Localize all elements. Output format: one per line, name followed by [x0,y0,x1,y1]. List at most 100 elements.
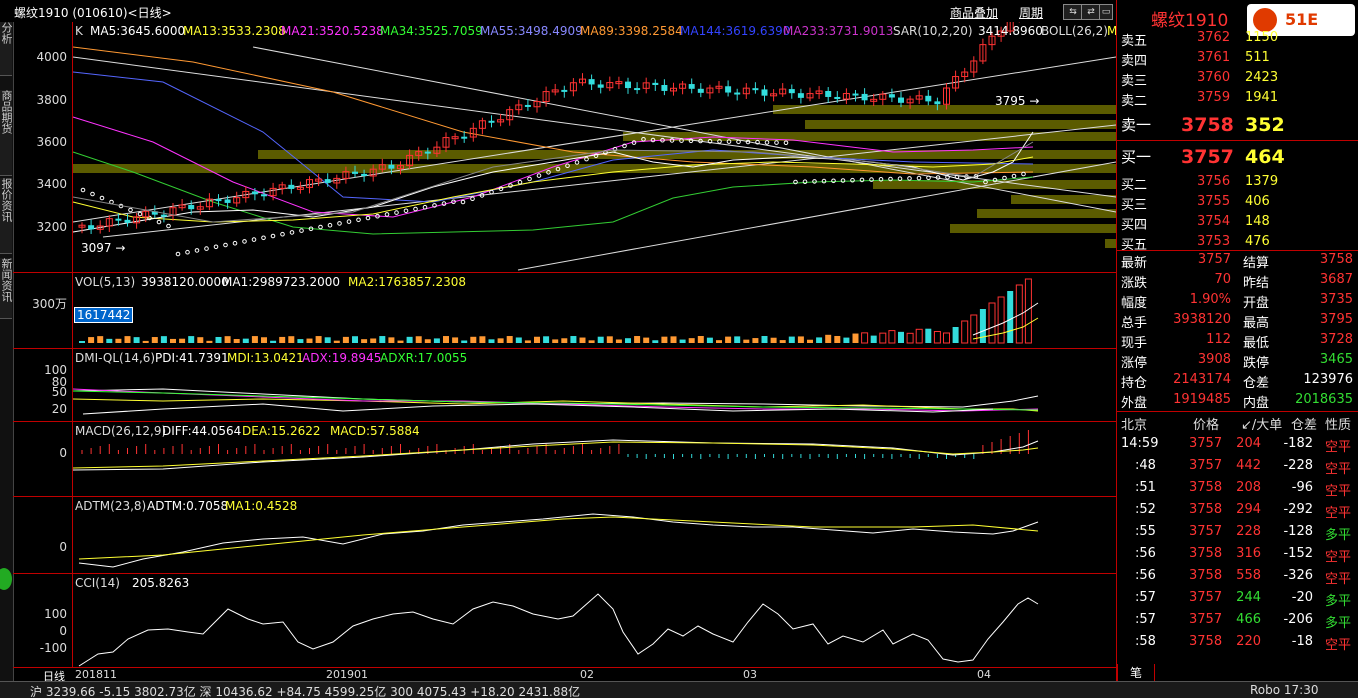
tick-time: :57 [1135,590,1156,605]
bid-row[interactable]: 买二 3756 1379 [1117,174,1358,194]
volume-bar [943,332,950,344]
stat-row: 幅度 1.90% 开盘 3735 [1117,292,1358,312]
sar-dot [783,140,789,146]
macd-macd: MACD:57.5884 [330,424,420,438]
stat-label: 外盘 [1121,396,1148,411]
tick-oi: -182 [1283,436,1313,451]
bid-row[interactable]: 买一 3757 464 [1117,146,1358,168]
ask-row[interactable]: 卖五 3762 1150 [1117,30,1358,50]
macd-pane[interactable]: 0 MACD(26,12,9) DIFF:44.0564 DEA:15.2622… [13,421,1116,496]
tab-commodity-futures[interactable]: 商品期货 [0,90,13,176]
tab-news[interactable]: 新闻资讯 [0,258,13,319]
volume-bar [515,337,522,343]
volume-bar [534,336,540,343]
sar-dot [337,221,342,226]
volume-bar [697,336,704,343]
stat-value: 112 [1206,332,1231,347]
volume-bar [261,337,267,343]
ask-row[interactable]: 卖三 3760 2423 [1117,70,1358,90]
volume-bar [270,340,277,343]
overlay-link[interactable]: 商品叠加 [950,4,998,21]
float-badge-icon[interactable] [0,568,12,590]
stat-label: 昨结 [1243,276,1270,291]
stat-label: 持仓 [1121,376,1148,391]
volume-bar [370,338,377,343]
cci-pane[interactable]: 100 0 -100 CCI(14) 205.8263 [13,573,1116,667]
sar-dot [346,219,352,224]
tick-time: :56 [1135,568,1156,583]
ma144-label: MA144:3619.6390 [680,24,791,38]
volume-bar [306,338,313,343]
sar-dot [394,210,399,215]
ask-row[interactable]: 卖一 3758 352 [1117,114,1358,136]
stat-label: 涨停 [1121,356,1148,371]
ask-volume: 352 [1245,114,1285,136]
ask-volume: 1150 [1245,30,1279,45]
tick-row: :58 3758 220 -18 空平 [1117,634,1358,654]
quote-symbol-name: 螺纹1910 [1151,11,1229,31]
dmi-pdi: PDI:41.7391 [155,351,229,365]
sar-dot [280,231,285,237]
volume-bar [388,337,395,343]
nav-right-button[interactable]: ⇄ [1081,4,1101,20]
dmi-adx: ADX:19.8945 [302,351,382,365]
stat-row: 涨停 3908 跌停 3465 [1117,352,1358,372]
macd-diff: DIFF:44.0564 [162,424,242,438]
volume-bar [297,339,304,343]
stat-value: 2018635 [1295,392,1353,407]
volume-bar [888,330,896,344]
candle-body [688,84,695,89]
tick-oi: -96 [1291,480,1313,495]
volume-bar [561,338,568,343]
volume-bar [215,336,222,343]
ma5-label: MA5:3645.6000 [90,24,186,38]
ask-price: 3761 [1197,50,1231,65]
volume-bar [761,336,768,343]
bid-label: 买三 [1121,198,1148,213]
tab-trades[interactable]: 笔 [1117,664,1155,682]
sar-dot [194,248,200,253]
bid-row[interactable]: 买四 3754 148 [1117,214,1358,234]
volume-bar [615,339,622,343]
stat-row: 总手 3938120 最高 3795 [1117,312,1358,332]
tick-oi: -326 [1283,568,1313,583]
ask-row[interactable]: 卖四 3761 511 [1117,50,1358,70]
volume-bar [1007,291,1014,343]
volume-bar [479,336,486,343]
candle-body [852,93,859,96]
chart-title-bar: 螺纹1910 (010610)<日线> 商品叠加 周期 ⇆ ⇄ ▭ [0,0,1116,22]
volume-pane[interactable]: 300万 VOL(5,13) 3938120.0000 MA1:2989723.… [13,272,1116,348]
ask-row[interactable]: 卖二 3759 1941 [1117,90,1358,110]
bid-row[interactable]: 买三 3755 406 [1117,194,1358,214]
candle-body [625,81,631,89]
bid-row[interactable]: 买五 3753 476 [1117,234,1358,254]
sar-dot [327,222,333,228]
tick-row: :57 3757 244 -20 多平 [1117,590,1358,610]
volume-bar [634,336,641,343]
sar-dot [840,178,846,183]
volume-bar [997,296,1005,344]
candle-body [734,92,741,95]
stat-label: 幅度 [1121,296,1148,311]
volume-bar [861,332,869,344]
dmi-pane[interactable]: 100 80 50 20 DMI-QL(14,6) PDI:41.7391 MD… [13,348,1116,421]
sar-dot [812,179,817,184]
candle-body [224,199,231,203]
volume-bar [170,338,176,343]
adtm-pane[interactable]: 0 ADTM(23,8) ADTM:0.7058 MA1:0.4528 [13,496,1116,573]
stat-label: 现手 [1121,336,1148,351]
price-chart-canvas [72,22,1116,271]
main-price-pane[interactable]: 4000 3800 3600 3400 3200 K MA5:3645.6000… [13,22,1117,272]
period-link[interactable]: 周期 [1019,4,1043,21]
market-status-bar: 沪 3239.66 -5.15 3802.73亿 深 10436.62 +84.… [0,681,1358,698]
tab-quotes[interactable]: 报价资讯 [0,178,13,254]
nav-left-button[interactable]: ⇆ [1063,4,1083,20]
volume-bar [961,320,969,344]
candle-body [861,93,868,101]
volume-bar [461,340,468,343]
ask-volume: 1941 [1245,90,1279,105]
volume-bar [952,327,959,343]
nav-maximize-button[interactable]: ▭ [1099,4,1113,20]
volume-bar [361,339,368,343]
candle-body [588,79,595,85]
